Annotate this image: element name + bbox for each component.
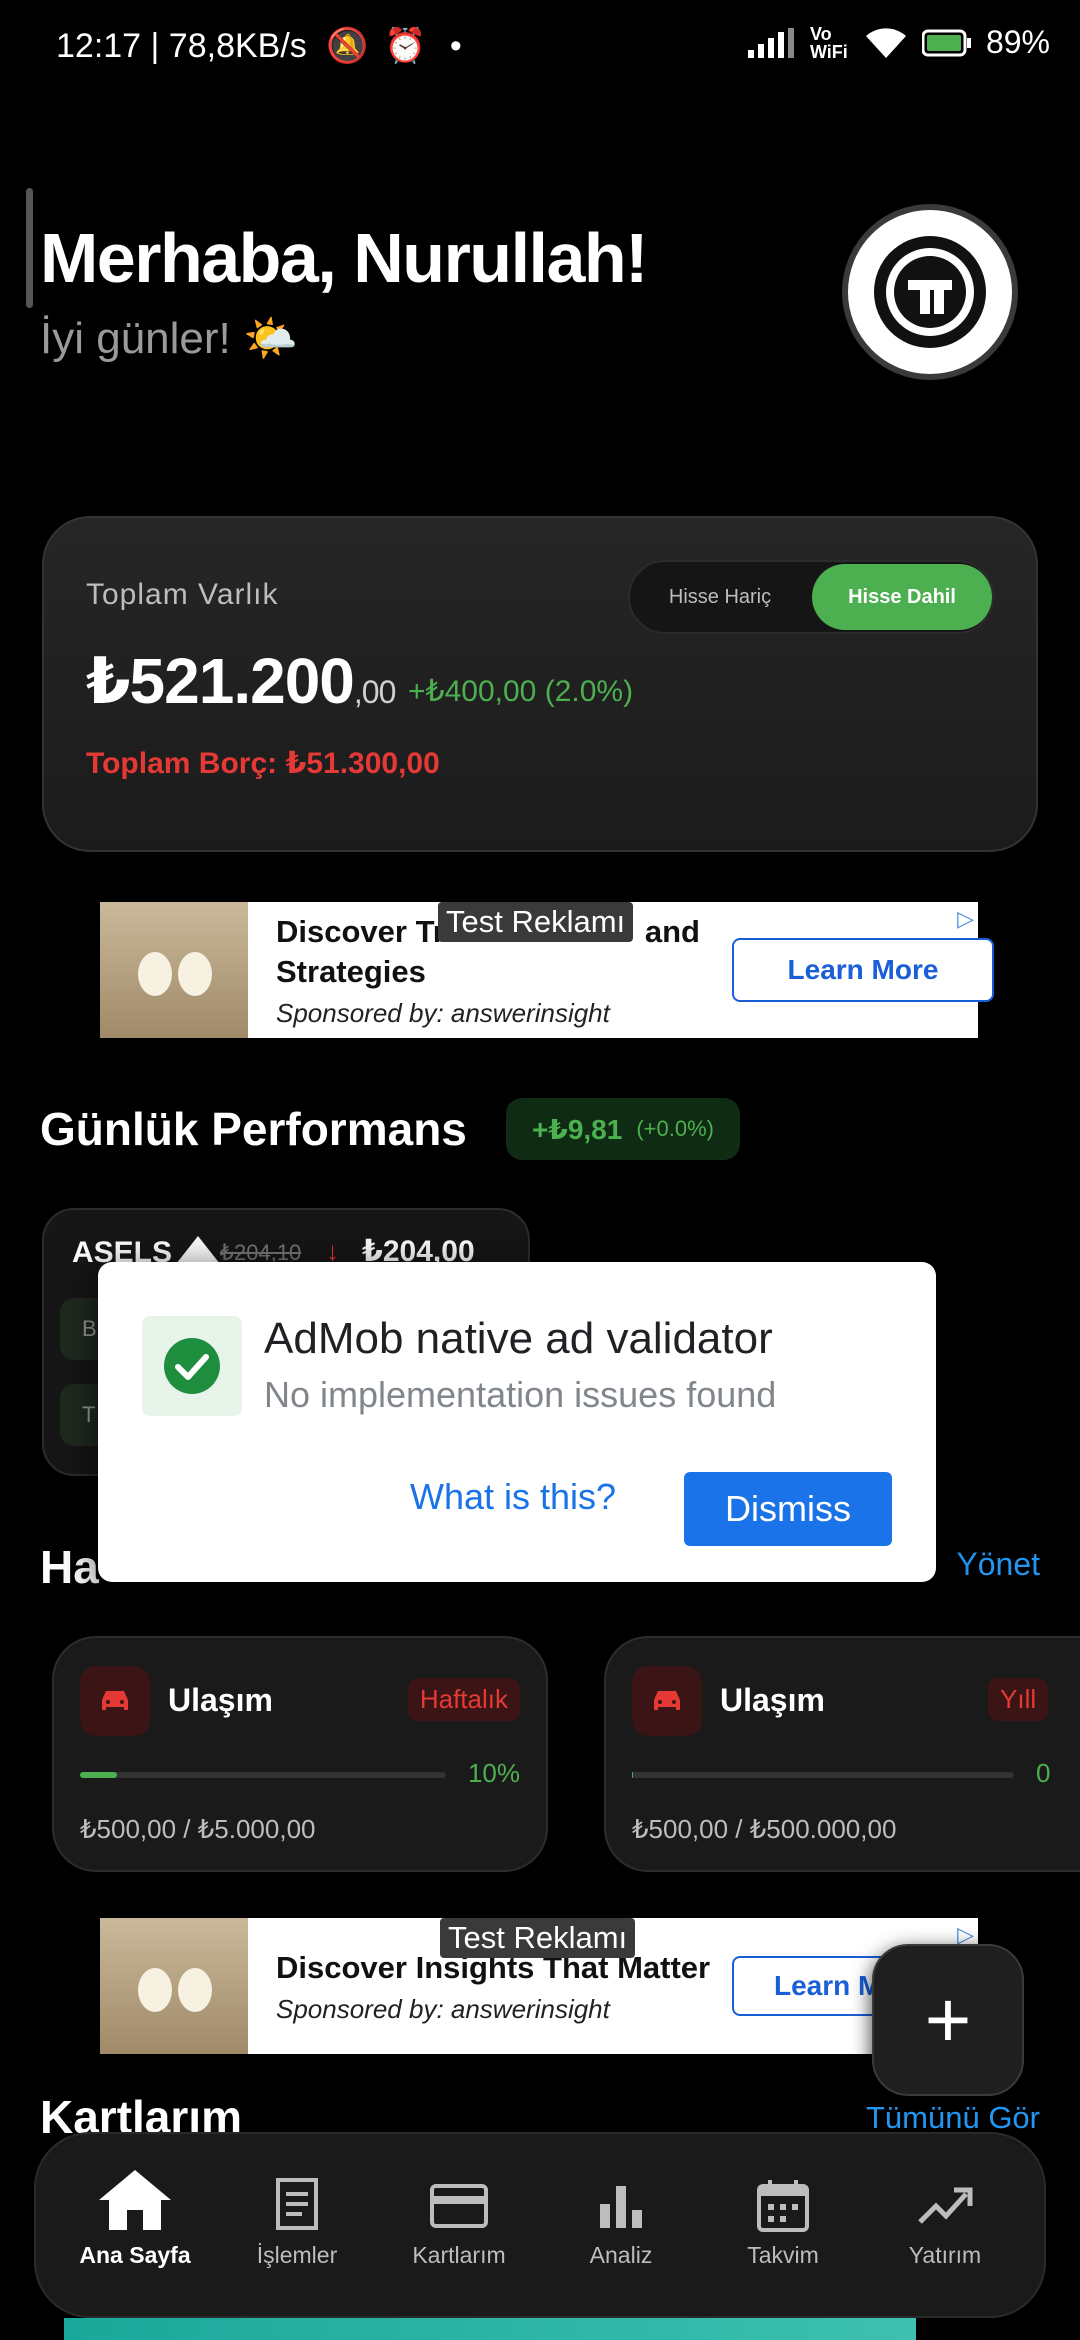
receipt-icon xyxy=(276,2178,318,2230)
test-ad-tag: Test Reklamı xyxy=(440,1918,636,1958)
total-assets-label: Toplam Varlık xyxy=(86,578,279,611)
ad-cta-button[interactable]: Learn More xyxy=(732,938,994,1002)
daily-change: +₺9,81 xyxy=(532,1113,623,1145)
budget-percent: 0 xyxy=(1036,1758,1051,1788)
calendar-icon xyxy=(757,2180,809,2232)
budget-progress xyxy=(80,1772,446,1778)
ad-validator-dialog: AdMob native ad validator No implementat… xyxy=(98,1262,936,1582)
ad-sponsor: Sponsored by: answerinsight xyxy=(276,998,610,1028)
signal-icon xyxy=(747,27,794,58)
car-icon xyxy=(632,1666,702,1736)
profile-avatar[interactable] xyxy=(842,204,1018,380)
nav-label: Kartlarım xyxy=(412,2242,506,2268)
nav-cards[interactable]: Kartlarım xyxy=(384,2178,534,2269)
ad-choices-icon[interactable]: ▷ xyxy=(957,906,974,932)
ad-image xyxy=(100,902,248,1038)
dot-icon: • xyxy=(449,27,462,65)
budget-percent: 10% xyxy=(467,1758,520,1788)
club-logo-icon xyxy=(874,236,986,348)
total-assets-main: ₺521.200 xyxy=(86,645,355,717)
nav-transactions[interactable]: İşlemler xyxy=(222,2178,372,2269)
wifi-icon xyxy=(865,27,906,58)
battery-level: 89% xyxy=(985,24,1050,60)
alarm-icon: ⏰ xyxy=(384,27,427,65)
dialog-title: AdMob native ad validator xyxy=(264,1314,773,1363)
vowifi-label: Vo WiFi xyxy=(809,23,848,62)
daily-performance-title: Günlük Performans xyxy=(40,1103,467,1155)
check-icon xyxy=(142,1316,242,1416)
status-time-speed: 12:17 | 78,8KB/s xyxy=(56,27,307,65)
see-all-cards-link[interactable]: Tümünü Gör xyxy=(866,2100,1040,2136)
dialog-pointer xyxy=(176,1236,220,1264)
trend-up-icon xyxy=(918,2187,973,2224)
nav-label: Analiz xyxy=(589,2242,653,2268)
dismiss-button[interactable]: Dismiss xyxy=(684,1472,892,1546)
mute-icon: 🔕 xyxy=(326,27,369,65)
nav-label: İşlemler xyxy=(256,2242,338,2268)
budget-amount: ₺500,00 / ₺5.000,00 xyxy=(80,1814,316,1844)
toggle-include-stocks[interactable]: Hisse Dahil xyxy=(812,564,992,630)
budget-period: Haftalık xyxy=(407,1678,520,1721)
card-icon xyxy=(430,2184,488,2228)
nav-analysis[interactable]: Analiz xyxy=(546,2178,696,2269)
nav-label: Yatırım xyxy=(908,2242,982,2268)
dialog-subtitle: No implementation issues found xyxy=(264,1374,777,1415)
nav-label: Ana Sayfa xyxy=(79,2242,191,2268)
budget-name: Ulaşım xyxy=(720,1682,825,1718)
budget-progress-fill xyxy=(80,1772,117,1778)
status-bar: 12:17 | 78,8KB/s 🔕 ⏰ • Vo WiFi 89% xyxy=(0,0,1080,96)
nav-calendar[interactable]: Takvim xyxy=(708,2178,858,2269)
car-icon xyxy=(80,1666,150,1736)
card-preview-strip xyxy=(64,2318,916,2340)
budget-progress xyxy=(632,1772,1014,1778)
daily-change-pct: (+0.0%) xyxy=(636,1116,714,1141)
nav-investment[interactable]: Yatırım xyxy=(870,2178,1020,2269)
daily-change-pill: +₺9,81 (+0.0%) xyxy=(506,1098,740,1160)
total-assets-decimal: ,00 xyxy=(353,674,396,710)
scroll-indicator xyxy=(26,188,33,308)
nav-label: Takvim xyxy=(747,2242,819,2268)
total-assets-value: ₺521.200,00 xyxy=(86,644,396,719)
greeting-subtitle: İyi günler! 🌤️ xyxy=(40,314,298,363)
budgets-title: Ha xyxy=(40,1541,99,1593)
budget-amount: ₺500,00 / ₺500.000,00 xyxy=(632,1814,897,1844)
home-icon xyxy=(99,2170,171,2230)
ad-image xyxy=(100,1918,248,2054)
battery-icon xyxy=(921,29,971,56)
budget-card-1[interactable]: Ulaşım Haftalık 10% ₺500,00 / ₺5.000,00 xyxy=(52,1636,548,1872)
nav-home[interactable]: Ana Sayfa xyxy=(60,2168,210,2269)
add-fab-button[interactable]: + xyxy=(872,1944,1024,2096)
budget-period: Yıll xyxy=(988,1678,1049,1721)
greeting-title: Merhaba, Nurullah! xyxy=(40,219,648,297)
ad-sponsor: Sponsored by: answerinsight xyxy=(276,1994,610,2024)
what-is-this-link[interactable]: What is this? xyxy=(410,1476,616,1518)
test-ad-tag: Test Reklamı xyxy=(438,902,634,942)
total-assets-change: +₺400,00 (2.0%) xyxy=(408,675,634,708)
total-debt: Toplam Borç: ₺51.300,00 xyxy=(86,747,440,780)
manage-budgets-link[interactable]: Yönet xyxy=(956,1546,1040,1583)
budget-card-2[interactable]: Ulaşım Yıll 0 ₺500,00 / ₺500.000,00 xyxy=(604,1636,1080,1872)
toggle-exclude-stocks[interactable]: Hisse Hariç xyxy=(636,566,804,628)
bar-chart-icon xyxy=(600,2186,642,2228)
budget-name: Ulaşım xyxy=(168,1682,273,1718)
